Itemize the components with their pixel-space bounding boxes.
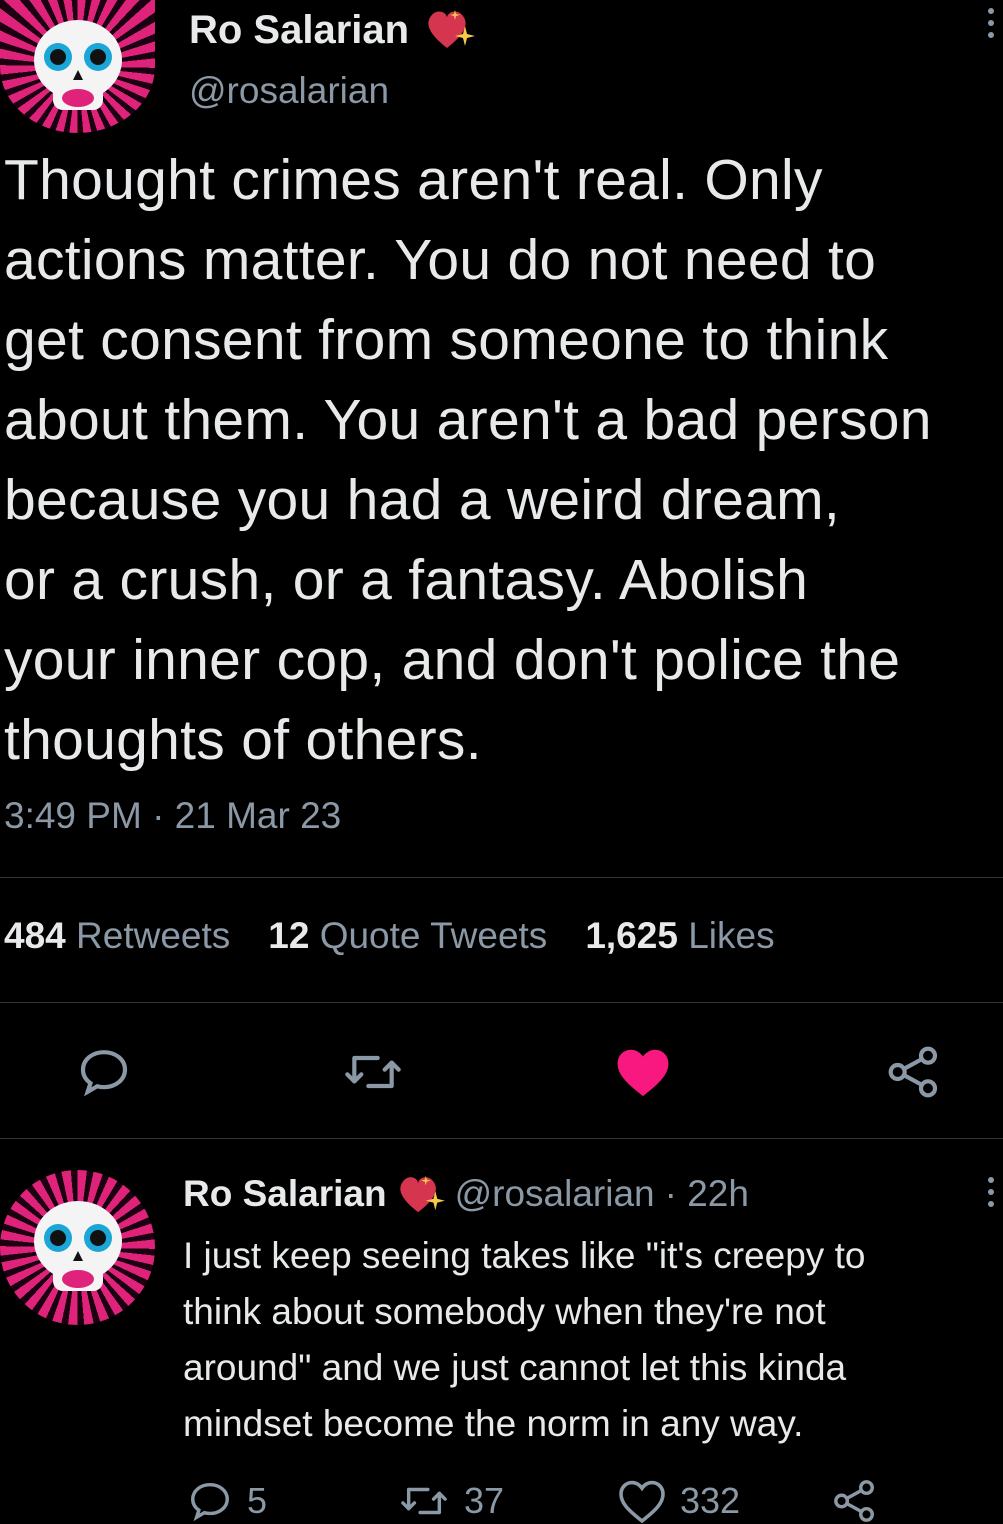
reply-icon (80, 1050, 128, 1097)
author-handle[interactable]: @rosalarian (189, 70, 389, 112)
divider (0, 1002, 1003, 1003)
reply-icon (191, 1482, 229, 1522)
like-button[interactable] (614, 1044, 672, 1100)
reply-header: Ro Salarian @rosalarian · 22h (183, 1172, 749, 1216)
likes-stat[interactable]: 1,625 Likes (585, 915, 774, 957)
reply-avatar[interactable] (0, 1170, 155, 1325)
reply-share-button[interactable] (832, 1478, 878, 1524)
tweet-timestamp[interactable]: 3:49 PM · 21 Mar 23 (4, 795, 341, 837)
retweets-label: Retweets (76, 915, 231, 956)
reply-button[interactable] (76, 1044, 132, 1100)
reply-reply-button[interactable]: 5 (187, 1478, 267, 1524)
share-button[interactable] (886, 1044, 942, 1100)
like-icon (619, 1480, 665, 1524)
like-icon (617, 1049, 669, 1097)
reply-text: I just keep seeing takes like "it's cree… (183, 1235, 866, 1444)
tweet-text: Thought crimes aren't real. Only actions… (4, 148, 932, 772)
heart-sparkle-icon (428, 10, 475, 48)
author-name[interactable]: Ro Salarian (189, 8, 409, 53)
reply-author-name[interactable]: Ro Salarian (183, 1173, 387, 1215)
skull-avatar-icon (33, 19, 122, 110)
more-icon[interactable] (988, 1177, 994, 1207)
retweet-icon (345, 1055, 401, 1089)
retweets-count: 484 (4, 915, 66, 956)
quotes-label: Quote Tweets (319, 915, 548, 956)
tweet-stats: 484 Retweets 12 Quote Tweets 1,625 Likes (4, 915, 775, 957)
skull-avatar-icon (33, 1200, 122, 1291)
quotes-count: 12 (268, 915, 310, 956)
reply-author-handle[interactable]: @rosalarian (455, 1173, 655, 1215)
reply-like-button[interactable]: 332 (618, 1478, 740, 1524)
divider (0, 1138, 1003, 1139)
share-icon (888, 1046, 938, 1098)
divider (0, 877, 1003, 878)
retweet-icon (401, 1487, 447, 1515)
author-name-text[interactable]: Ro Salarian (189, 8, 409, 52)
likes-count: 1,625 (585, 915, 678, 956)
retweet-count: 37 (464, 1480, 505, 1521)
reply-time[interactable]: · 22h (665, 1173, 749, 1215)
like-count: 332 (680, 1480, 741, 1521)
retweet-button[interactable] (342, 1044, 404, 1100)
quote-tweets-stat[interactable]: 12 Quote Tweets (268, 915, 547, 957)
reply-count: 5 (247, 1480, 268, 1521)
share-icon (834, 1480, 874, 1522)
heart-sparkle-icon (399, 1175, 445, 1213)
avatar[interactable] (0, 0, 155, 133)
more-icon[interactable] (988, 8, 994, 38)
retweets-stat[interactable]: 484 Retweets (4, 915, 230, 957)
likes-label: Likes (688, 915, 775, 956)
reply-retweet-button[interactable]: 37 (398, 1478, 504, 1524)
